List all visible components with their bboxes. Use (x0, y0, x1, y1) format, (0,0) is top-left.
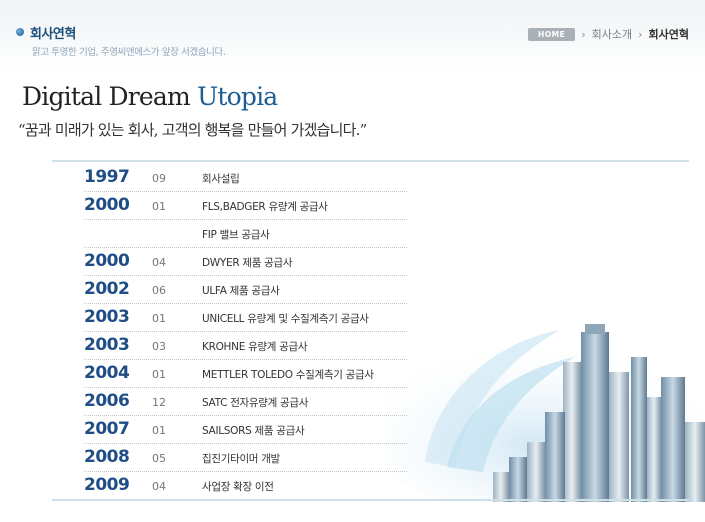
history-year: 2003 (84, 307, 130, 327)
history-event: ULFA 제품 공급사 (202, 285, 280, 297)
history-event: 사업장 확장 이전 (202, 481, 274, 493)
history-year: 2000 (84, 195, 130, 215)
history-month: 04 (152, 256, 166, 269)
list-item: 2008 05 집진기타이머 개발 (84, 444, 407, 472)
history-year: 2003 (84, 335, 130, 355)
list-item: 2003 01 UNICELL 유량계 및 수질계측기 공급사 (84, 304, 407, 332)
history-event: UNICELL 유량계 및 수질계측기 공급사 (202, 313, 369, 325)
list-item: 2003 03 KROHNE 유량계 공급사 (84, 332, 407, 360)
history-event: 집진기타이머 개발 (202, 453, 280, 465)
breadcrumb-current: 회사연혁 (648, 28, 689, 41)
history-event: 회사설립 (202, 173, 240, 185)
page-title: 회사연혁 (30, 27, 76, 42)
list-item: 2007 01 SAILSORS 제품 공급사 (84, 416, 407, 444)
chevron-right-icon: › (638, 27, 643, 41)
history-month: 12 (152, 396, 166, 409)
page-header: 회사연혁 (16, 22, 76, 42)
history-month: 06 (152, 284, 166, 297)
history-month: 01 (152, 200, 166, 213)
history-month: 01 (152, 312, 166, 325)
list-item: 2002 06 ULFA 제품 공급사 (84, 276, 407, 304)
chevron-right-icon: › (581, 27, 586, 41)
history-month: 09 (152, 172, 166, 185)
breadcrumb: HOME › 회사소개 › 회사연혁 (527, 26, 689, 42)
history-list: 1997 09 회사설립 2000 01 FLS,BADGER 유량계 공급사 FIP … (84, 164, 407, 500)
breadcrumb-item-company[interactable]: 회사소개 (592, 26, 632, 42)
history-year: 2000 (84, 251, 130, 271)
list-item: 2009 04 사업장 확장 이전 (84, 472, 407, 500)
history-event: SATC 전자유량계 공급사 (202, 397, 309, 409)
list-item: FIP 밸브 공급사 (84, 220, 407, 248)
city-skyline-illustration (385, 324, 705, 502)
history-month: 01 (152, 368, 166, 381)
list-item: 2004 01 METTLER TOLEDO 수질계측기 공급사 (84, 360, 407, 388)
history-year: 2006 (84, 391, 130, 411)
history-event: KROHNE 유량계 공급사 (202, 341, 308, 353)
history-year: 2007 (84, 419, 130, 439)
breadcrumb-home-button[interactable]: HOME (527, 27, 576, 41)
page-subtitle: 맑고 투명한 기업, 주영씨앤에스가 앞장 서겠습니다. (32, 47, 226, 58)
history-event: FLS,BADGER 유량계 공급사 (202, 201, 328, 213)
history-month: 01 (152, 424, 166, 437)
headline-accent: Utopia (197, 82, 278, 111)
history-event: DWYER 제품 공급사 (202, 257, 293, 269)
history-year: 2009 (84, 475, 130, 495)
history-year: 2008 (84, 447, 130, 467)
slogan: “꿈과 미래가 있는 회사, 고객의 행복을 만들어 가겠습니다.” (18, 121, 367, 139)
history-month: 05 (152, 452, 166, 465)
table-top-border (52, 160, 689, 162)
history-year: 2002 (84, 279, 130, 299)
history-month: 04 (152, 480, 166, 493)
list-item: 2000 01 FLS,BADGER 유량계 공급사 (84, 192, 407, 220)
bullet-dot-icon (16, 27, 24, 36)
table-bottom-border (52, 499, 689, 501)
history-event: SAILSORS 제품 공급사 (202, 425, 305, 437)
history-year: 2004 (84, 363, 130, 383)
list-item: 1997 09 회사설립 (84, 164, 407, 192)
headline: Digital Dream Utopia (22, 82, 278, 111)
headline-main: Digital Dream (22, 82, 198, 111)
list-item: 2006 12 SATC 전자유량계 공급사 (84, 388, 407, 416)
list-item: 2000 04 DWYER 제품 공급사 (84, 248, 407, 276)
history-event: FIP 밸브 공급사 (202, 229, 270, 241)
history-year: 1997 (84, 167, 130, 187)
history-event: METTLER TOLEDO 수질계측기 공급사 (202, 369, 374, 381)
history-month: 03 (152, 340, 166, 353)
